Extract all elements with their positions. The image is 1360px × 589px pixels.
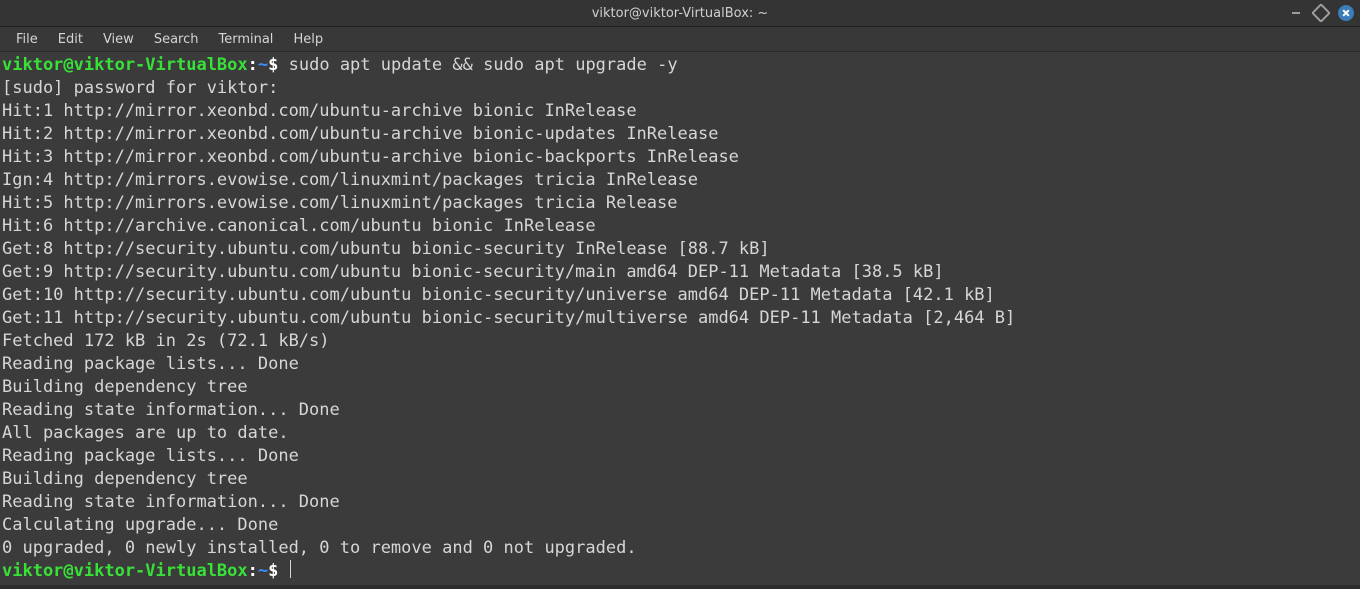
prompt-sigil: $ [268,561,278,581]
output-line: 0 upgraded, 0 newly installed, 0 to remo… [2,537,1358,560]
command-text: sudo apt update && sudo apt upgrade -y [289,55,678,75]
prompt-sigil: $ [268,55,278,75]
output-line: Fetched 172 kB in 2s (72.1 kB/s) [2,330,1358,353]
menu-edit[interactable]: Edit [50,30,91,49]
prompt-line: viktor@viktor-VirtualBox:~$ [2,560,1358,583]
window-title: viktor@viktor-VirtualBox: ~ [592,6,769,21]
prompt-cwd: ~ [258,55,268,75]
output-line: Get:8 http://security.ubuntu.com/ubuntu … [2,238,1358,261]
menu-search[interactable]: Search [146,30,207,49]
output-line: Ign:4 http://mirrors.evowise.com/linuxmi… [2,169,1358,192]
prompt-userhost: viktor@viktor-VirtualBox [2,55,248,75]
output-line: Reading state information... Done [2,399,1358,422]
output-line: Hit:2 http://mirror.xeonbd.com/ubuntu-ar… [2,123,1358,146]
output-line: Building dependency tree [2,376,1358,399]
output-line: Calculating upgrade... Done [2,514,1358,537]
maximize-icon[interactable] [1311,3,1331,23]
output-line: Hit:3 http://mirror.xeonbd.com/ubuntu-ar… [2,146,1358,169]
output-line: Hit:5 http://mirrors.evowise.com/linuxmi… [2,192,1358,215]
output-line: All packages are up to date. [2,422,1358,445]
terminal-output[interactable]: viktor@viktor-VirtualBox:~$ sudo apt upd… [0,52,1360,585]
output-line: Get:10 http://security.ubuntu.com/ubuntu… [2,284,1358,307]
output-line: [sudo] password for viktor: [2,77,1358,100]
window-controls [1288,0,1354,26]
prompt-sep: : [248,55,258,75]
minimize-icon[interactable] [1288,5,1304,21]
prompt-userhost: viktor@viktor-VirtualBox [2,561,248,581]
menu-view[interactable]: View [95,30,142,49]
output-line: Hit:6 http://archive.canonical.com/ubunt… [2,215,1358,238]
output-line: Reading state information... Done [2,491,1358,514]
prompt-cwd: ~ [258,561,268,581]
window-titlebar: viktor@viktor-VirtualBox: ~ [0,0,1360,27]
menu-terminal[interactable]: Terminal [210,30,281,49]
menu-help[interactable]: Help [285,30,331,49]
output-line: Reading package lists... Done [2,353,1358,376]
cursor-icon [290,560,291,578]
output-line: Reading package lists... Done [2,445,1358,468]
output-line: Get:9 http://security.ubuntu.com/ubuntu … [2,261,1358,284]
prompt-line: viktor@viktor-VirtualBox:~$ sudo apt upd… [2,54,1358,77]
menu-bar: File Edit View Search Terminal Help [0,27,1360,52]
output-line: Building dependency tree [2,468,1358,491]
output-line: Get:11 http://security.ubuntu.com/ubuntu… [2,307,1358,330]
output-line: Hit:1 http://mirror.xeonbd.com/ubuntu-ar… [2,100,1358,123]
prompt-sep: : [248,561,258,581]
close-icon[interactable] [1338,5,1354,21]
menu-file[interactable]: File [8,30,46,49]
